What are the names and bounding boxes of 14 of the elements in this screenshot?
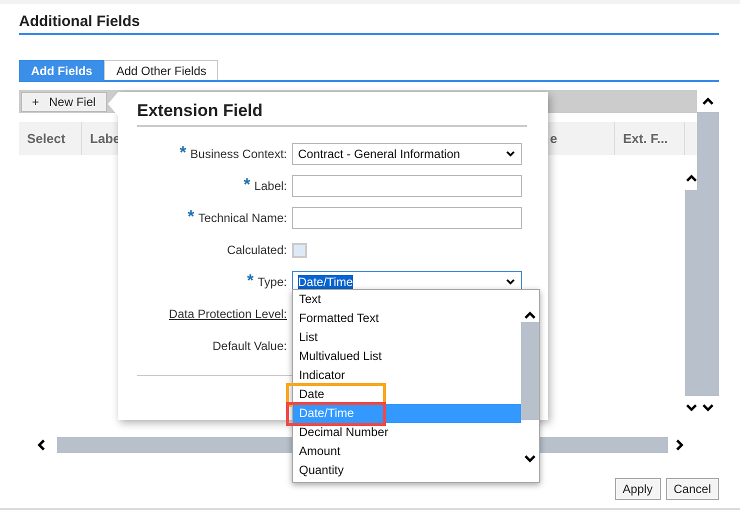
- field-label: Business Context:: [190, 147, 287, 161]
- field-label: Calculated:: [226, 243, 287, 257]
- popover-title: Extension Field: [137, 100, 527, 127]
- required-mark: *: [247, 275, 254, 287]
- dialog-title: Additional Fields: [19, 4, 719, 35]
- required-mark: *: [188, 211, 194, 223]
- field-label: Label:: [254, 179, 287, 193]
- field-label: Technical Name:: [198, 211, 287, 225]
- column-header: Select: [19, 122, 82, 155]
- required-mark: *: [244, 179, 250, 191]
- column-header: e: [550, 122, 615, 155]
- field-label: Type:: [258, 275, 287, 289]
- required-mark: *: [180, 147, 186, 159]
- field-label: Default Value:: [212, 339, 287, 353]
